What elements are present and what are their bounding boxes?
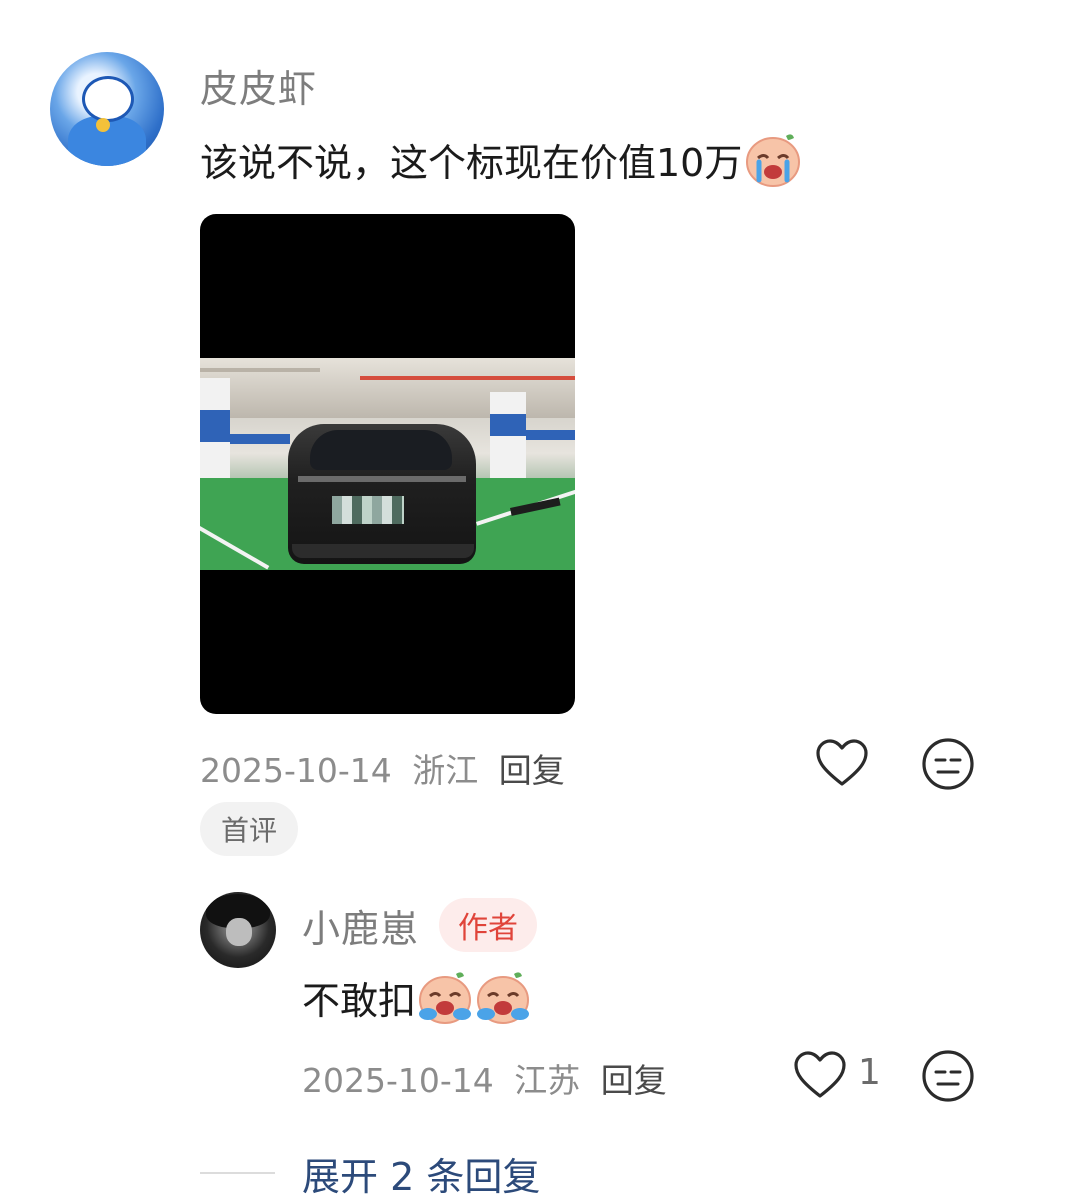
reply-reply-button[interactable]: 回复: [601, 1061, 667, 1100]
reply-like-count: 1: [858, 1052, 881, 1093]
comment-date: 2025-10-14: [200, 751, 392, 790]
reply-text: 不敢扣: [302, 978, 417, 1023]
commenter-username[interactable]: 皮皮虾: [200, 58, 317, 113]
crying-emoji-icon: [746, 134, 801, 187]
replier-avatar[interactable]: [200, 892, 276, 968]
crying-emoji-icon: [419, 972, 472, 1024]
neutral-face-icon[interactable]: [920, 1048, 976, 1104]
reply-location: 江苏: [514, 1061, 581, 1100]
author-badge: 作者: [439, 898, 537, 952]
crying-emoji-icon: [477, 972, 530, 1024]
reply-meta: 2025-10-14 江苏 回复: [302, 1054, 667, 1102]
reply-body: 不敢扣: [302, 968, 532, 1026]
comment-location: 浙江: [412, 751, 479, 790]
heart-outline-icon[interactable]: [792, 1048, 848, 1104]
parking-garage-image: [200, 358, 575, 570]
comment-body: 该说不说，这个标现在价值10万: [200, 130, 802, 188]
neutral-face-icon[interactable]: [920, 736, 976, 792]
replier-username[interactable]: 小鹿崽: [302, 898, 419, 953]
comment-reply-button[interactable]: 回复: [499, 751, 565, 790]
commenter-avatar[interactable]: [50, 52, 164, 166]
heart-outline-icon[interactable]: [814, 736, 870, 792]
expand-divider: [200, 1172, 275, 1174]
reply-date: 2025-10-14: [302, 1061, 494, 1100]
comment-photo[interactable]: [200, 214, 575, 714]
first-comment-badge: 首评: [200, 802, 298, 856]
comment-text: 该说不说，这个标现在价值10万: [200, 140, 743, 185]
comment-meta: 2025-10-14 浙江 回复: [200, 744, 565, 792]
expand-replies-button[interactable]: 展开 2 条回复: [302, 1146, 540, 1201]
